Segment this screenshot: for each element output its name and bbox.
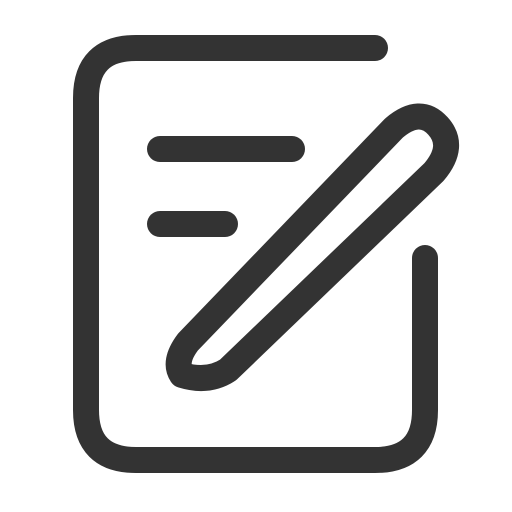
edit-note-icon xyxy=(73,35,459,473)
icon-canvas xyxy=(0,0,512,512)
